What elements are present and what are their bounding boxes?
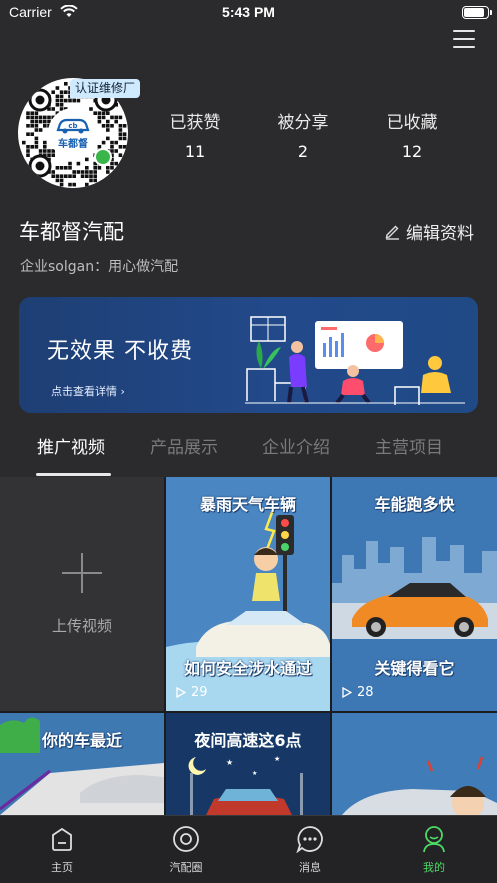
tab-products[interactable]: 产品展示 <box>150 433 218 458</box>
bottom-tab-bar: 主页 汽配圈 消息 我的 <box>0 815 497 883</box>
video-card[interactable]: 暴雨天气车辆 如何安全涉水通过 29 <box>166 477 330 711</box>
battery-icon <box>462 6 492 19</box>
video-play-count-value: 29 <box>191 685 208 700</box>
certified-badge: 认证维修厂 <box>70 79 141 98</box>
video-card[interactable] <box>332 713 497 815</box>
stat-favorites-label: 已收藏 <box>386 113 438 133</box>
edit-pencil-icon <box>385 225 399 240</box>
car-logo-icon: cb <box>56 118 90 134</box>
banner-detail-link[interactable]: 点击查看详情 › <box>51 383 125 399</box>
promo-banner[interactable]: 无效果 不收费 点击查看详情 › <box>19 297 478 413</box>
video-play-count: 29 <box>176 685 208 700</box>
qr-logo: cb 车都督 <box>48 108 98 158</box>
video-title-top: 你的车最近 <box>41 731 122 750</box>
video-thumbnail <box>332 713 497 815</box>
stat-likes-value: 11 <box>184 142 206 161</box>
tabbar-home-label: 主页 <box>51 861 73 874</box>
tabbar-home[interactable]: 主页 <box>22 824 102 875</box>
video-title-top: 暴雨天气车辆 <box>199 495 296 514</box>
video-card[interactable]: ★ ★ ★ 夜间高速这6点 <box>166 713 330 815</box>
status-bar: Carrier 5:43 PM <box>0 0 497 26</box>
video-play-count-value: 28 <box>357 685 374 700</box>
video-play-count: 28 <box>342 685 374 700</box>
tabbar-parts-circle[interactable]: 汽配圈 <box>146 824 226 875</box>
stat-shares-label: 被分享 <box>277 113 329 133</box>
play-icon <box>342 687 352 698</box>
plus-icon <box>62 552 102 593</box>
home-icon <box>52 827 72 851</box>
banner-illustration <box>245 316 465 405</box>
video-title-bottom: 关键得看它 <box>374 659 455 678</box>
edit-profile-button[interactable]: 编辑资料 <box>384 219 474 244</box>
upload-video-label: 上传视频 <box>51 616 112 635</box>
tabbar-messages-label: 消息 <box>299 861 321 874</box>
svg-text:★: ★ <box>274 755 280 763</box>
stat-shares[interactable]: 被分享 2 <box>263 108 343 161</box>
qr-logo-text: 车都督 <box>58 139 88 150</box>
video-title-bottom: 如何安全涉水通过 <box>183 659 312 678</box>
banner-title: 无效果 不收费 <box>47 339 193 364</box>
stat-shares-value: 2 <box>297 142 309 161</box>
tabbar-mine-label: 我的 <box>423 861 445 874</box>
stat-favorites-value: 12 <box>401 142 423 161</box>
message-icon <box>296 826 323 853</box>
video-grid: 上传视频 暴雨天气车辆 如何安全涉水通过 29 车能跑多快 关键得看它 28 你… <box>0 477 497 815</box>
tabbar-mine[interactable]: 我的 <box>394 824 474 875</box>
active-tab-indicator <box>36 473 111 476</box>
content-tabs: 推广视频 产品展示 企业介绍 主营项目 <box>0 425 497 477</box>
svg-text:★: ★ <box>252 770 257 777</box>
wechat-mini-program-icon <box>94 148 112 166</box>
video-card[interactable]: 你的车最近 <box>0 713 164 815</box>
svg-text:★: ★ <box>226 758 233 767</box>
stat-likes-label: 已获赞 <box>169 113 221 133</box>
upload-video-button[interactable]: 上传视频 <box>0 477 164 711</box>
company-slogan: 企业solgan：用心做汽配 <box>20 259 179 275</box>
tab-company-intro[interactable]: 企业介绍 <box>262 433 330 458</box>
stat-favorites[interactable]: 已收藏 12 <box>372 108 452 161</box>
status-time: 5:43 PM <box>222 4 275 20</box>
video-title-top: 车能跑多快 <box>374 495 455 514</box>
tab-main-services[interactable]: 主营项目 <box>375 433 443 458</box>
circle-icon <box>173 826 199 852</box>
video-title-top: 夜间高速这6点 <box>194 731 302 750</box>
play-icon <box>176 687 186 698</box>
edit-profile-label: 编辑资料 <box>406 224 474 244</box>
tabbar-messages[interactable]: 消息 <box>270 824 350 875</box>
svg-text:cb: cb <box>68 122 77 130</box>
stat-likes[interactable]: 已获赞 11 <box>155 108 235 161</box>
company-name: 车都督汽配 <box>19 220 124 244</box>
user-icon <box>423 826 445 853</box>
video-card[interactable]: 车能跑多快 关键得看它 28 <box>332 477 497 711</box>
tab-promo-videos[interactable]: 推广视频 <box>37 433 105 458</box>
tabbar-parts-circle-label: 汽配圈 <box>169 861 203 874</box>
menu-icon[interactable] <box>453 30 475 48</box>
